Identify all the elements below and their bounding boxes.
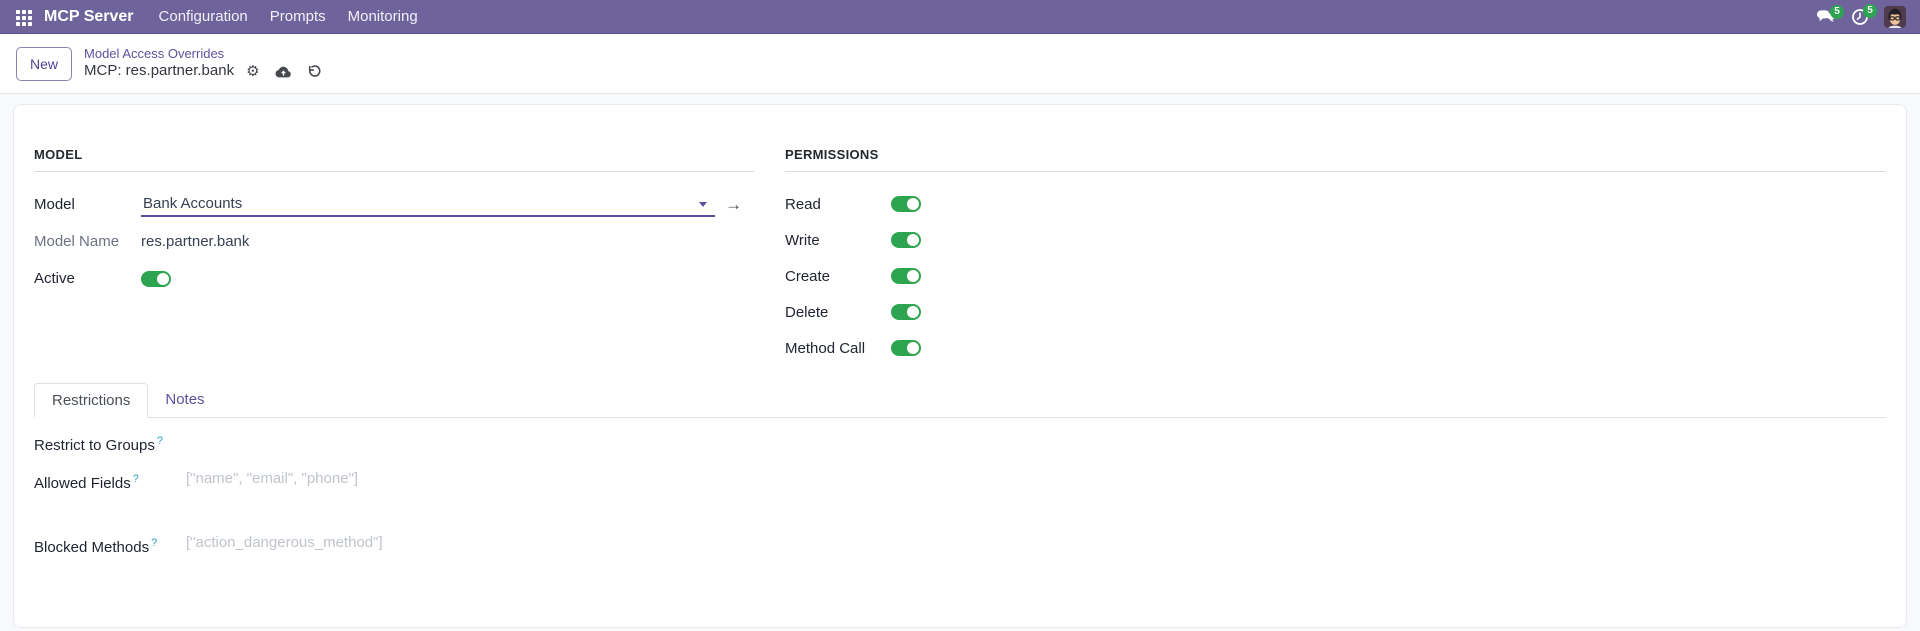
messages-badge: 5	[1830, 4, 1844, 19]
create-label: Create	[785, 267, 831, 285]
allowed-fields-row: Allowed Fields?	[34, 470, 1886, 522]
read-toggle[interactable]	[891, 196, 921, 212]
model-field-label: Model	[34, 196, 75, 213]
active-label: Active	[34, 270, 75, 287]
model-select-input[interactable]	[141, 192, 715, 217]
menu-prompts[interactable]: Prompts	[259, 1, 337, 32]
restrict-to-groups-label: Restrict to Groups?	[34, 435, 163, 454]
record-title: MCP: res.partner.bank	[84, 62, 235, 80]
write-label: Write	[785, 231, 820, 249]
internal-link-arrow-icon[interactable]: →	[725, 196, 742, 213]
new-button[interactable]: New	[16, 46, 73, 81]
notebook-tabs: Restrictions Notes	[34, 383, 1886, 418]
form-card: MODEL Model → Model Name res.partner.ban…	[13, 104, 1907, 628]
restrict-to-groups-row: Restrict to Groups?	[34, 432, 1886, 454]
breadcrumb: Model Access Overrides MCP: res.partner.…	[84, 46, 325, 81]
tab-notes[interactable]: Notes	[148, 383, 221, 417]
discard-icon[interactable]	[304, 64, 325, 79]
model-section-title: MODEL	[34, 147, 754, 172]
model-name-label: Model Name	[34, 233, 120, 250]
apps-menu-button[interactable]	[10, 6, 40, 28]
app-title[interactable]: MCP Server	[44, 8, 134, 26]
permissions-section-title: PERMISSIONS	[785, 147, 1886, 172]
tab-restrictions[interactable]: Restrictions	[34, 383, 149, 418]
breadcrumb-parent-link[interactable]: Model Access Overrides	[84, 46, 325, 62]
restrictions-tab-panel: Restrict to Groups? Allowed Fields? Bloc…	[34, 418, 1886, 586]
avatar-image	[1884, 5, 1906, 28]
menu-configuration[interactable]: Configuration	[148, 1, 259, 32]
help-icon: ?	[132, 473, 139, 485]
help-icon: ?	[156, 435, 163, 447]
model-field-row: Model →	[34, 186, 754, 223]
read-label: Read	[785, 195, 821, 213]
blocked-methods-row: Blocked Methods?	[34, 534, 1886, 586]
write-toggle[interactable]	[891, 232, 921, 248]
active-row: Active	[34, 260, 754, 297]
permissions-section: PERMISSIONS Read Write Create Delete Met…	[785, 147, 1886, 366]
model-name-row: Model Name res.partner.bank	[34, 223, 754, 260]
model-section: MODEL Model → Model Name res.partner.ban…	[34, 147, 754, 366]
create-toggle[interactable]	[891, 268, 921, 284]
systray: 5 5	[1816, 3, 1906, 28]
help-icon: ?	[151, 537, 158, 549]
main-menu: Configuration Prompts Monitoring	[148, 1, 429, 32]
grid-icon	[16, 9, 32, 26]
chevron-down-icon[interactable]	[699, 201, 707, 207]
delete-toggle[interactable]	[891, 304, 921, 320]
cloud-upload-icon[interactable]	[272, 65, 295, 78]
menu-monitoring[interactable]: Monitoring	[337, 1, 429, 32]
allowed-fields-input[interactable]	[186, 470, 706, 522]
method-call-label: Method Call	[785, 339, 866, 357]
method-call-toggle[interactable]	[891, 340, 921, 356]
permission-row: Delete	[785, 294, 1886, 330]
permission-row: Write	[785, 222, 1886, 258]
permission-row: Method Call	[785, 330, 1886, 366]
permission-row: Create	[785, 258, 1886, 294]
user-avatar[interactable]	[1884, 5, 1906, 28]
top-navbar: MCP Server Configuration Prompts Monitor…	[0, 0, 1920, 34]
blocked-methods-input[interactable]	[186, 534, 706, 586]
delete-label: Delete	[785, 303, 829, 321]
activities-button[interactable]: 5	[1851, 3, 1877, 26]
allowed-fields-label: Allowed Fields?	[34, 473, 139, 492]
permission-row: Read	[785, 186, 1886, 222]
active-toggle[interactable]	[141, 270, 171, 287]
messages-button[interactable]: 5	[1816, 4, 1844, 25]
form-page: MODEL Model → Model Name res.partner.ban…	[0, 94, 1920, 628]
model-name-value: res.partner.bank	[141, 233, 250, 250]
activities-badge: 5	[1863, 3, 1877, 18]
control-panel: New Model Access Overrides MCP: res.part…	[0, 34, 1920, 94]
gear-icon[interactable]: ⚙	[243, 64, 262, 79]
blocked-methods-label: Blocked Methods?	[34, 537, 158, 556]
